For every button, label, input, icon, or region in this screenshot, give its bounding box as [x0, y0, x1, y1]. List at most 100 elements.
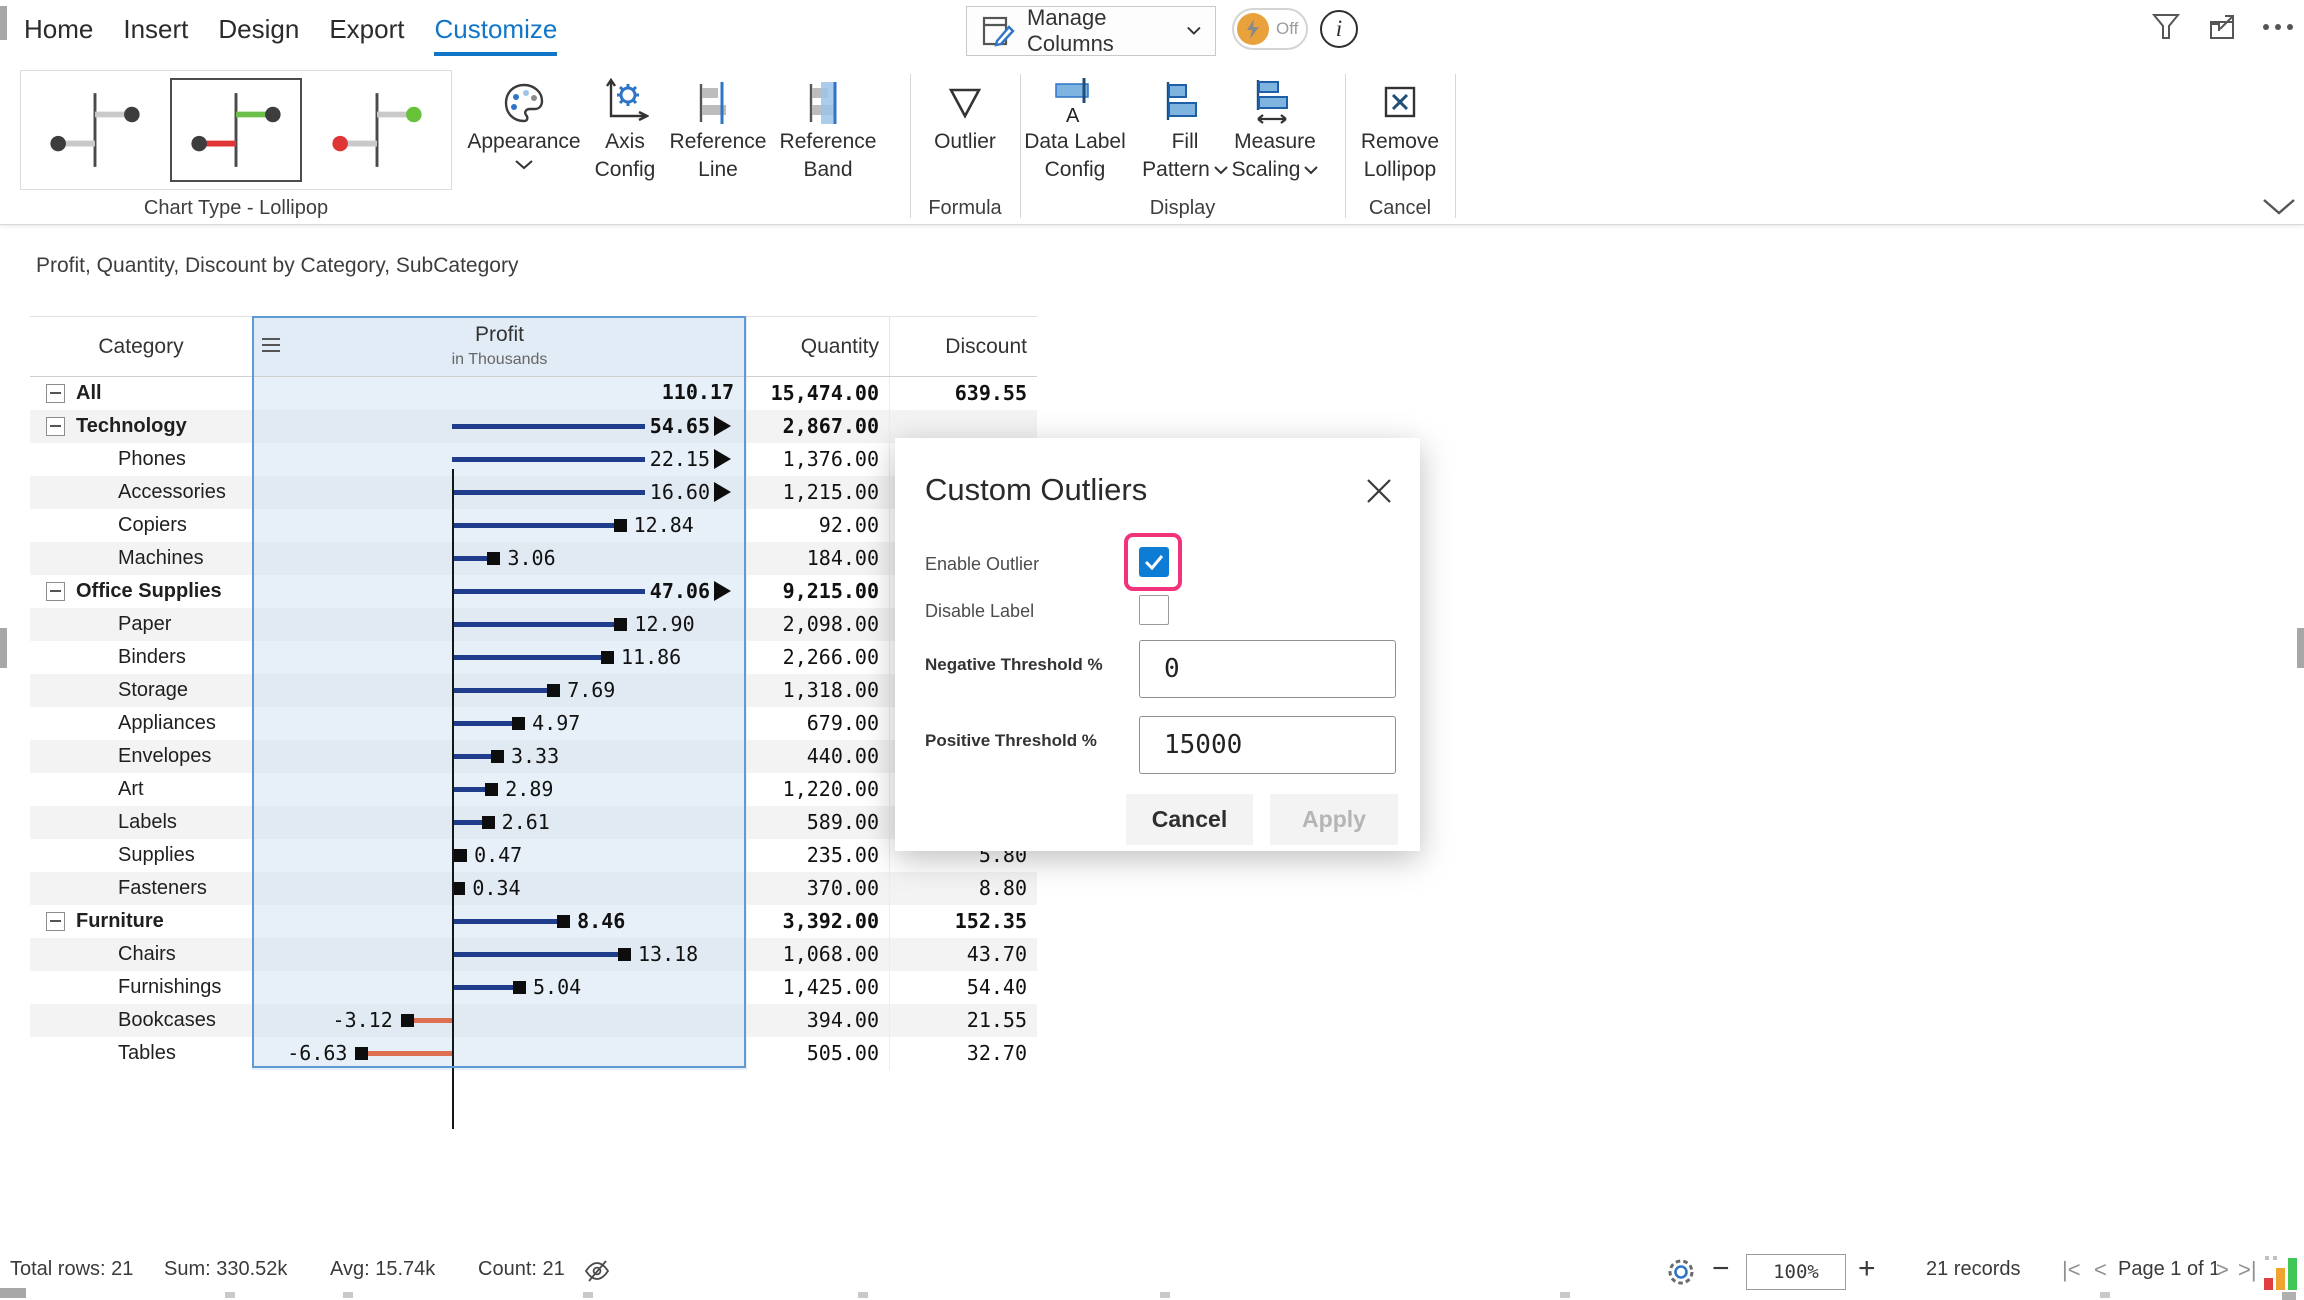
collapse-toggle-icon[interactable]	[46, 582, 65, 601]
scroll-handle[interactable]	[0, 6, 7, 40]
data-label-config-button[interactable]: A Data Label Config	[1015, 74, 1135, 184]
fill-pattern-label-1: Fill	[1140, 128, 1230, 156]
table-row[interactable]: Office Supplies 47.06 9,215.00	[30, 575, 1037, 608]
lollipop-stick	[452, 721, 516, 726]
column-menu-icon[interactable]	[262, 337, 280, 353]
row-label: Appliances	[118, 712, 216, 735]
column-header-discount[interactable]: Discount	[889, 317, 1037, 376]
table-row[interactable]: Art 2.89 1,220.00	[30, 773, 1037, 806]
next-page-icon[interactable]: >	[2216, 1257, 2229, 1283]
row-label: Accessories	[118, 481, 226, 504]
lollipop-marker	[487, 552, 500, 565]
table-row[interactable]: Appliances 4.97 679.00	[30, 707, 1037, 740]
disable-label-checkbox[interactable]	[1139, 595, 1169, 625]
row-label: Paper	[118, 613, 171, 636]
category-cell: Art	[30, 773, 252, 806]
column-header-category[interactable]: Category	[30, 317, 252, 376]
zoom-out-button[interactable]: −	[1712, 1252, 1730, 1286]
first-page-icon[interactable]: |<	[2062, 1257, 2081, 1283]
table-row[interactable]: Furnishings 5.04 1,425.00 54.40	[30, 971, 1037, 1004]
discount-cell: 21.55	[889, 1004, 1037, 1037]
table-row[interactable]: Paper 12.90 2,098.00	[30, 608, 1037, 641]
chart-type-option-1[interactable]	[29, 78, 161, 182]
table-row[interactable]: Phones 22.15 1,376.00	[30, 443, 1037, 476]
lollipop-stick	[452, 985, 517, 990]
reference-line-button[interactable]: Reference Line	[663, 74, 773, 184]
outlier-button[interactable]: Outlier	[915, 74, 1015, 156]
visual-title: Profit, Quantity, Discount by Category, …	[36, 254, 518, 278]
table-row[interactable]: Fasteners 0.34 370.00 8.80	[30, 872, 1037, 905]
lollipop-marker	[452, 882, 465, 895]
column-header-profit[interactable]: Profit in Thousands	[252, 317, 746, 376]
lollipop-stick	[452, 688, 551, 693]
chart-type-option-3[interactable]	[311, 78, 443, 182]
inforiver-logo[interactable]	[2264, 1254, 2302, 1290]
zoom-in-button[interactable]: +	[1858, 1252, 1876, 1286]
profit-value: 0.34	[472, 876, 520, 900]
category-cell: Fasteners	[30, 872, 252, 905]
settings-gear-icon[interactable]	[1666, 1257, 1696, 1287]
manage-columns-button[interactable]: Manage Columns	[966, 6, 1216, 56]
table-row[interactable]: All 110.17 15,474.00 639.55	[30, 377, 1037, 410]
profit-header-label: Profit	[475, 322, 524, 347]
previous-page-icon[interactable]: <	[2094, 1257, 2107, 1283]
positive-threshold-input[interactable]	[1139, 716, 1396, 774]
tab-export[interactable]: Export	[329, 14, 404, 56]
table-row[interactable]: Bookcases -3.12 394.00 21.55	[30, 1004, 1037, 1037]
chart-type-option-2-selected[interactable]	[170, 78, 302, 182]
collapse-toggle-icon[interactable]	[46, 384, 65, 403]
collapse-ribbon-icon[interactable]	[2262, 198, 2296, 216]
enable-outlier-checkbox[interactable]	[1139, 547, 1169, 577]
lollipop-marker	[513, 981, 526, 994]
zoom-level-box[interactable]: 100%	[1746, 1254, 1846, 1290]
column-header-quantity[interactable]: Quantity	[746, 317, 889, 376]
negative-threshold-input[interactable]	[1139, 640, 1396, 698]
hide-aggregates-icon[interactable]	[584, 1260, 610, 1282]
fast-mode-toggle[interactable]: Off	[1232, 8, 1308, 50]
table-row[interactable]: Chairs 13.18 1,068.00 43.70	[30, 938, 1037, 971]
profit-cell: 3.33	[252, 740, 746, 773]
focus-mode-icon[interactable]	[2198, 4, 2246, 50]
fill-pattern-button[interactable]: Fill ScalingPattern	[1140, 74, 1230, 184]
table-row[interactable]: Furniture 8.46 3,392.00 152.35	[30, 905, 1037, 938]
table-row[interactable]: Envelopes 3.33 440.00	[30, 740, 1037, 773]
data-table: Category Profit in Thousands Quantity Di…	[30, 316, 1037, 1070]
table-row[interactable]: Binders 11.86 2,266.00	[30, 641, 1037, 674]
table-row[interactable]: Labels 2.61 589.00	[30, 806, 1037, 839]
profit-value: 8.46	[577, 909, 625, 933]
quantity-cell: 184.00	[746, 542, 889, 575]
remove-lollipop-button[interactable]: Remove Lollipop	[1350, 74, 1450, 184]
left-resize-handle[interactable]	[0, 628, 7, 668]
measure-scaling-button[interactable]: Remove Measure ScalingScaling	[1227, 74, 1323, 184]
custom-outliers-dialog: Custom Outliers Enable Outlier Disable L…	[895, 438, 1420, 851]
table-row[interactable]: Storage 7.69 1,318.00	[30, 674, 1037, 707]
right-resize-handle[interactable]	[2297, 628, 2304, 668]
filter-icon[interactable]	[2142, 4, 2190, 50]
tab-customize[interactable]: Customize	[434, 14, 557, 56]
profit-cell: 16.60	[252, 476, 746, 509]
last-page-icon[interactable]: >|	[2238, 1257, 2257, 1283]
more-options-icon[interactable]	[2254, 4, 2302, 50]
axis-config-button[interactable]: Axis Config	[575, 74, 675, 184]
close-icon[interactable]	[1366, 478, 1392, 504]
horizontal-scrollbar-handle[interactable]	[0, 1288, 26, 1298]
discount-cell: 639.55	[889, 377, 1037, 410]
table-row[interactable]: Copiers 12.84 92.00	[30, 509, 1037, 542]
quantity-cell: 1,376.00	[746, 443, 889, 476]
table-row[interactable]: Accessories 16.60 1,215.00	[30, 476, 1037, 509]
lollipop-stick	[452, 754, 495, 759]
cancel-button[interactable]: Cancel	[1126, 794, 1253, 845]
info-icon[interactable]: i	[1320, 10, 1358, 48]
tab-design[interactable]: Design	[218, 14, 299, 56]
table-row[interactable]: Tables -6.63 505.00 32.70	[30, 1037, 1037, 1070]
tab-home[interactable]: Home	[24, 14, 93, 56]
table-row[interactable]: Supplies 0.47 235.00 5.80	[30, 839, 1037, 872]
tab-insert[interactable]: Insert	[123, 14, 188, 56]
apply-button[interactable]: Apply	[1270, 794, 1398, 845]
reference-band-button[interactable]: Reference Band	[773, 74, 883, 184]
table-row[interactable]: Technology 54.65 2,867.00	[30, 410, 1037, 443]
collapse-toggle-icon[interactable]	[46, 912, 65, 931]
collapse-toggle-icon[interactable]	[46, 417, 65, 436]
row-label: Furniture	[76, 910, 164, 933]
table-row[interactable]: Machines 3.06 184.00	[30, 542, 1037, 575]
